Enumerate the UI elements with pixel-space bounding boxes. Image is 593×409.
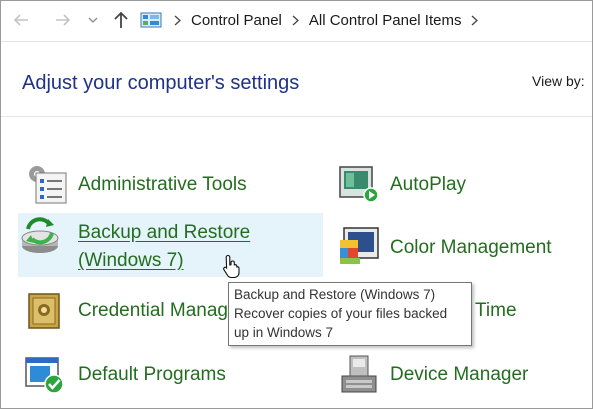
tooltip-description-line: Recover copies of your files backed (234, 306, 448, 321)
administrative-tools-icon (29, 166, 67, 204)
breadcrumb-expand-chevron-icon[interactable] (465, 15, 484, 26)
default-programs-icon (25, 357, 64, 394)
item-label[interactable]: AutoPlay (390, 172, 466, 197)
item-label[interactable]: (Windows 7) (78, 248, 184, 273)
up-arrow-icon (114, 11, 128, 28)
divider (0, 41, 593, 42)
autoplay-icon (339, 166, 379, 203)
color-management-icon (340, 227, 379, 264)
breadcrumb-separator-icon (286, 15, 305, 26)
item-label[interactable]: Color Management (390, 235, 552, 260)
credential-manager-icon (28, 293, 60, 329)
backup-restore-icon (21, 217, 59, 253)
back-button[interactable] (8, 9, 34, 31)
item-administrative-tools[interactable]: Administrative Tools (22, 163, 322, 207)
item-label[interactable]: Time (475, 298, 517, 323)
item-label[interactable]: Device Manager (390, 362, 528, 387)
chevron-down-icon (88, 17, 98, 23)
hand-cursor-icon (223, 254, 240, 278)
page-title: Adjust your computer's settings (22, 72, 300, 94)
breadcrumb: Control Panel All Control Panel Items (140, 7, 593, 33)
view-by-label[interactable]: View by: (532, 73, 585, 89)
control-panel-icon (140, 11, 162, 29)
item-label[interactable]: Administrative Tools (78, 172, 247, 197)
item-default-programs[interactable]: Default Programs (22, 352, 322, 398)
item-backup-and-restore[interactable]: Backup and Restore (Windows 7) (18, 213, 323, 277)
device-manager-icon (341, 355, 377, 393)
item-label[interactable]: Credential Manag (78, 298, 228, 323)
item-autoplay[interactable]: AutoPlay (336, 163, 586, 207)
item-device-manager[interactable]: Device Manager (336, 352, 586, 398)
navigation-bar: Control Panel All Control Panel Items (0, 0, 593, 42)
item-label[interactable]: Default Programs (78, 362, 226, 387)
item-color-management[interactable]: Color Management (336, 225, 586, 271)
breadcrumb-control-panel[interactable]: Control Panel (187, 12, 286, 29)
recent-locations-button[interactable] (84, 9, 102, 31)
tooltip-title: Backup and Restore (Windows 7) (234, 287, 436, 302)
forward-button[interactable] (50, 9, 76, 31)
breadcrumb-all-items[interactable]: All Control Panel Items (305, 12, 466, 29)
back-arrow-icon (13, 14, 28, 26)
divider (0, 116, 593, 117)
item-label[interactable]: Backup and Restore (78, 220, 250, 245)
tooltip: Backup and Restore (Windows 7) Recover c… (228, 282, 472, 346)
tooltip-description-line: up in Windows 7 (234, 325, 334, 340)
breadcrumb-separator-icon (168, 15, 187, 26)
up-button[interactable] (108, 9, 134, 31)
forward-arrow-icon (56, 14, 71, 26)
